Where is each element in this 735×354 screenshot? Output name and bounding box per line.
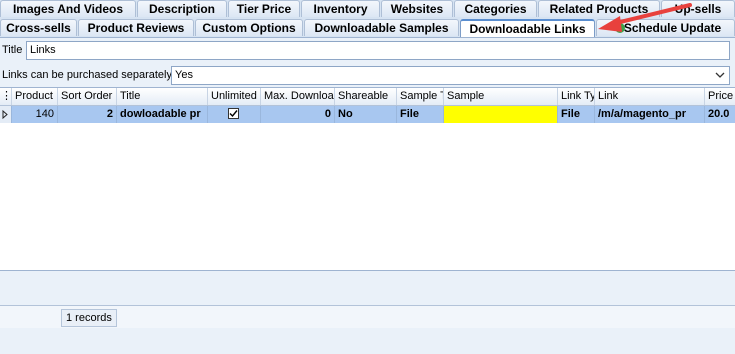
- separate-select-value: Yes: [175, 69, 193, 81]
- tab-images-and-videos[interactable]: Images And Videos: [0, 0, 136, 17]
- row-selector-header[interactable]: ⋮: [0, 88, 12, 105]
- title-label: Title: [2, 44, 23, 56]
- tab-inventory[interactable]: Inventory: [301, 0, 380, 17]
- cell-link-type[interactable]: File: [558, 106, 595, 123]
- col-title[interactable]: Title: [117, 88, 208, 105]
- grid-footer: 1 records: [0, 305, 735, 328]
- links-grid: ⋮ Product I Sort Order Title Unlimited M…: [0, 87, 735, 271]
- tab-downloadable-samples[interactable]: Downloadable Samples: [304, 19, 459, 36]
- cell-price[interactable]: 20.0: [705, 106, 735, 123]
- tab-categories[interactable]: Categories: [454, 0, 537, 17]
- separate-select[interactable]: Yes: [171, 66, 730, 85]
- tab-custom-options[interactable]: Custom Options: [195, 19, 303, 36]
- separate-label: Links can be purchased separately: [2, 69, 172, 81]
- col-sort-order[interactable]: Sort Order: [58, 88, 117, 105]
- row-pointer-icon: [0, 106, 12, 123]
- col-product-id[interactable]: Product I: [12, 88, 58, 105]
- title-input[interactable]: Links: [26, 41, 730, 60]
- table-row[interactable]: 140 2 dowloadable pr 0 No File File /m/a…: [0, 106, 735, 123]
- col-link[interactable]: Link: [595, 88, 705, 105]
- cell-shareable[interactable]: No: [335, 106, 397, 123]
- tab-description[interactable]: Description: [137, 0, 227, 17]
- col-sample[interactable]: Sample: [444, 88, 558, 105]
- col-max-downloads[interactable]: Max. Downloads: [261, 88, 335, 105]
- cell-unlimited[interactable]: [208, 106, 261, 123]
- cell-max-downloads[interactable]: 0: [261, 106, 335, 123]
- col-unlimited[interactable]: Unlimited: [208, 88, 261, 105]
- grid-header: ⋮ Product I Sort Order Title Unlimited M…: [0, 88, 735, 106]
- annotation-arrow-icon: [598, 3, 692, 32]
- tab-cross-sells[interactable]: Cross-sells: [0, 19, 77, 36]
- tab-tier-price[interactable]: Tier Price: [228, 0, 300, 17]
- tab-websites[interactable]: Websites: [381, 0, 453, 17]
- col-price[interactable]: Price: [705, 88, 735, 105]
- tab-downloadable-links[interactable]: Downloadable Links: [460, 19, 595, 37]
- col-link-type[interactable]: Link Ty: [558, 88, 595, 105]
- col-sample-type[interactable]: Sample T: [397, 88, 444, 105]
- cell-product-id[interactable]: 140: [12, 106, 58, 123]
- cell-title[interactable]: dowloadable pr: [117, 106, 208, 123]
- records-count: 1 records: [61, 309, 117, 327]
- tab-product-reviews[interactable]: Product Reviews: [78, 19, 194, 36]
- cell-link[interactable]: /m/a/magento_pr: [595, 106, 705, 123]
- unlimited-checkbox[interactable]: [228, 108, 239, 119]
- cell-sample[interactable]: [444, 106, 558, 123]
- col-shareable[interactable]: Shareable: [335, 88, 397, 105]
- cell-sort-order[interactable]: 2: [58, 106, 117, 123]
- cell-sample-type[interactable]: File: [397, 106, 444, 123]
